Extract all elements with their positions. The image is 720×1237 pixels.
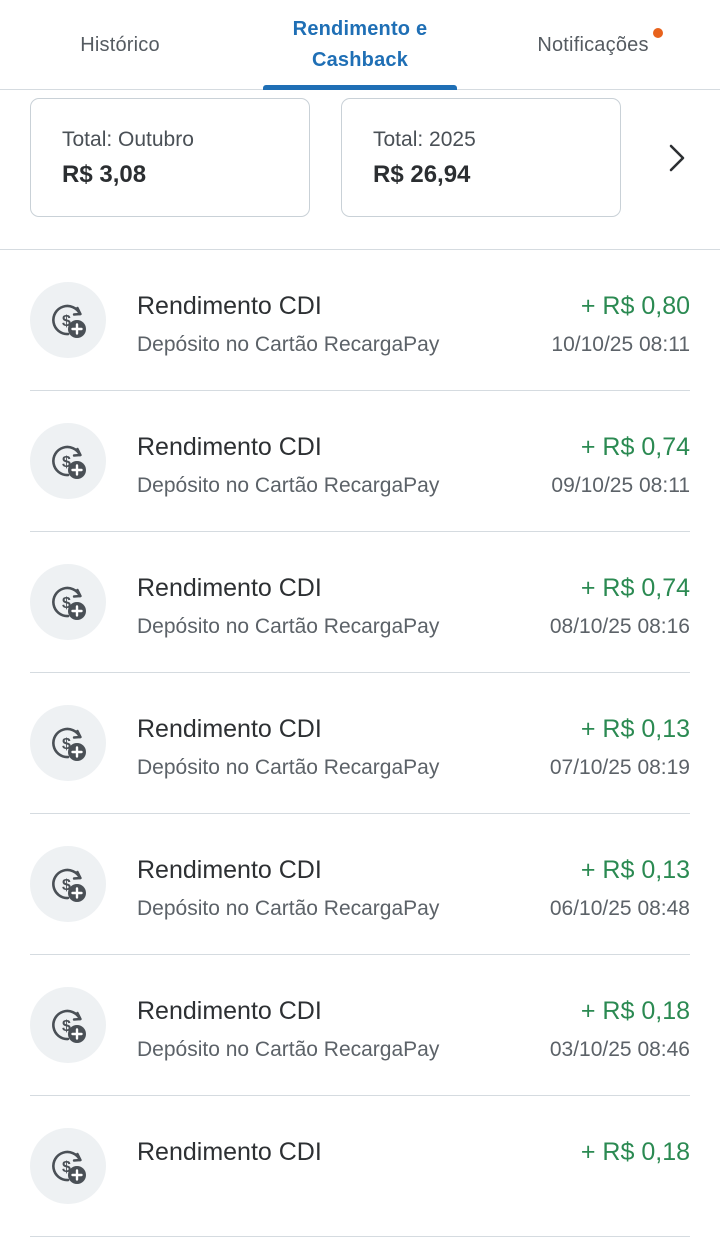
list-item[interactable]: $ Rendimento CDI Depósito no Cartão Reca… — [30, 532, 690, 673]
list-item[interactable]: $ Rendimento CDI Depósito no Cartão Reca… — [30, 673, 690, 814]
tab-bar: Histórico Rendimento e Cashback Notifica… — [0, 0, 720, 90]
chevron-right-icon[interactable] — [662, 138, 692, 178]
transaction-amount: + R$ 0,74 — [580, 433, 690, 461]
transaction-amount: + R$ 0,18 — [580, 997, 690, 1025]
tab-label: Rendimento e Cashback — [292, 18, 428, 71]
list-item[interactable]: $ Rendimento CDI Depósito no Cartão Reca… — [30, 250, 690, 391]
transaction-title: Rendimento CDI — [137, 856, 322, 884]
transaction-date: 08/10/25 08:16 — [549, 615, 690, 638]
transaction-title: Rendimento CDI — [137, 433, 322, 461]
transaction-subtitle: Depósito no Cartão RecargaPay — [137, 1038, 440, 1061]
coin-plus-icon: $ — [30, 1128, 106, 1204]
transaction-amount: + R$ 0,18 — [580, 1138, 690, 1166]
tab-notificacoes[interactable]: Notificações — [480, 0, 720, 90]
coin-plus-icon: $ — [30, 423, 106, 499]
list-item[interactable]: $ Rendimento CDI Depósito no Cartão Reca… — [30, 391, 690, 532]
transaction-title: Rendimento CDI — [137, 715, 322, 743]
transaction-subtitle: Depósito no Cartão RecargaPay — [137, 474, 440, 497]
summary-card-label: Total: 2025 — [373, 128, 476, 151]
list-item[interactable]: $ Rendimento CDI Depósito no Cartão Reca… — [30, 955, 690, 1096]
transaction-date: 07/10/25 08:19 — [549, 756, 690, 779]
summary-section: Total: Outubro R$ 3,08 Total: 2025 R$ 26… — [0, 90, 720, 250]
summary-card-label: Total: Outubro — [62, 128, 194, 151]
transaction-subtitle: Depósito no Cartão RecargaPay — [137, 615, 440, 638]
transaction-date: 03/10/25 08:46 — [549, 1038, 690, 1061]
list-item[interactable]: $ Rendimento CDI Depósito no Cartão Reca… — [30, 814, 690, 955]
transaction-title: Rendimento CDI — [137, 574, 322, 602]
tab-rendimento-cashback[interactable]: Rendimento e Cashback — [240, 0, 480, 90]
transaction-title: Rendimento CDI — [137, 292, 322, 320]
list-item[interactable]: $ Rendimento CDI + R$ 0,18 — [30, 1096, 690, 1237]
tab-label: Histórico — [80, 33, 160, 56]
transaction-title: Rendimento CDI — [137, 1138, 322, 1166]
transaction-subtitle: Depósito no Cartão RecargaPay — [137, 333, 440, 356]
transaction-subtitle: Depósito no Cartão RecargaPay — [137, 756, 440, 779]
transaction-date: 10/10/25 08:11 — [551, 333, 690, 356]
summary-card-value: R$ 26,94 — [373, 161, 471, 188]
tab-historico[interactable]: Histórico — [0, 0, 240, 90]
transaction-amount: + R$ 0,13 — [580, 856, 690, 884]
summary-card-value: R$ 3,08 — [62, 161, 147, 188]
coin-plus-icon: $ — [30, 987, 106, 1063]
transaction-date: 06/10/25 08:48 — [549, 897, 690, 920]
transaction-amount: + R$ 0,80 — [580, 292, 690, 320]
transaction-subtitle: Depósito no Cartão RecargaPay — [137, 897, 440, 920]
transaction-amount: + R$ 0,13 — [580, 715, 690, 743]
coin-plus-icon: $ — [30, 705, 106, 781]
tab-label: Notificações — [537, 33, 649, 56]
coin-plus-icon: $ — [30, 846, 106, 922]
coin-plus-icon: $ — [30, 564, 106, 640]
summary-card-month[interactable]: Total: Outubro R$ 3,08 — [30, 98, 310, 217]
transaction-date: 09/10/25 08:11 — [551, 474, 690, 497]
transaction-title: Rendimento CDI — [137, 997, 322, 1025]
transaction-amount: + R$ 0,74 — [580, 574, 690, 602]
summary-card-year[interactable]: Total: 2025 R$ 26,94 — [341, 98, 621, 217]
notification-badge-icon — [652, 28, 663, 38]
coin-plus-icon: $ — [30, 282, 106, 358]
